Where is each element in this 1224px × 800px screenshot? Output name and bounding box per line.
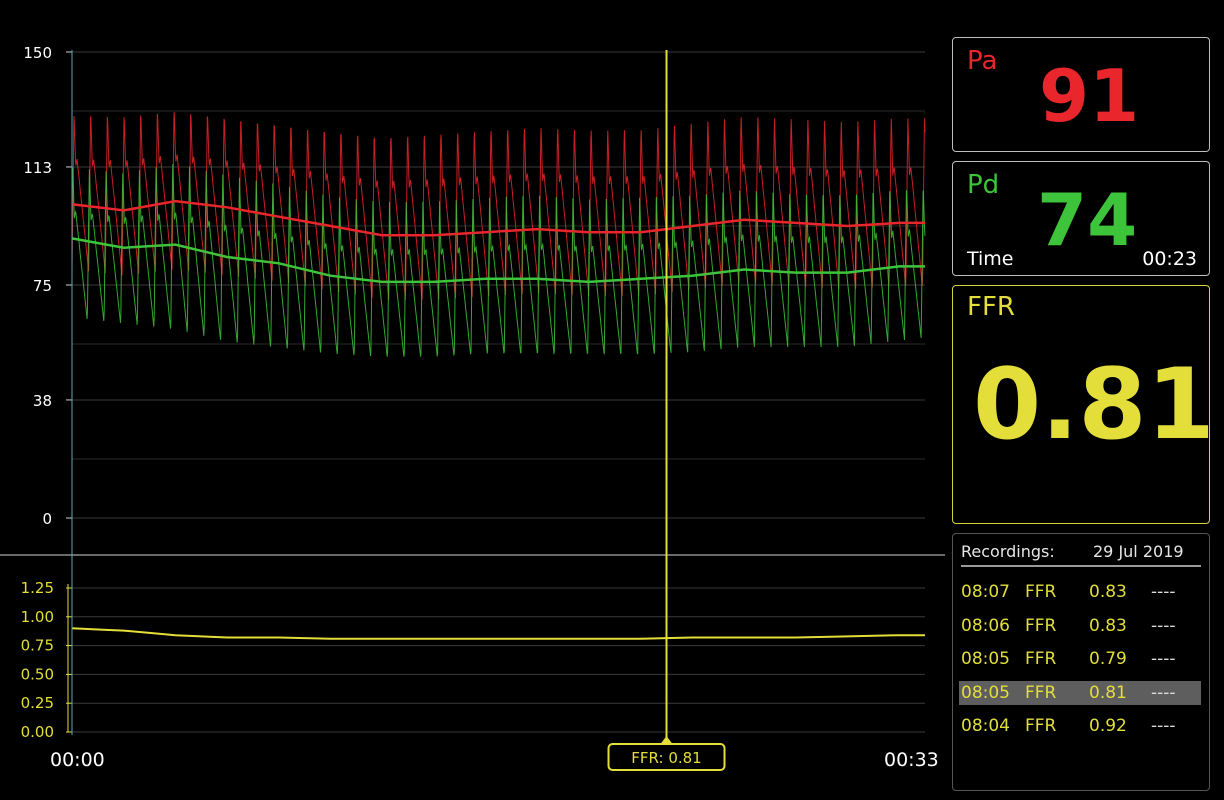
recording-row[interactable]: 08:05 FFR 0.81 ---- <box>959 680 1201 705</box>
ffr-trace <box>71 627 925 640</box>
ffr-y-tick-label: 0.00 <box>21 723 54 741</box>
recording-type: FFR <box>1025 716 1057 736</box>
recording-time: 08:05 <box>961 682 1010 703</box>
recording-type: FFR <box>1025 649 1057 669</box>
y-tick-label: 113 <box>23 159 52 177</box>
recordings-title: Recordings: <box>961 542 1055 561</box>
pa-value: 91 <box>1039 54 1140 138</box>
recording-value: 0.81 <box>1089 682 1127 703</box>
recording-value: 0.83 <box>1089 582 1127 602</box>
ffr-y-tick-label: 0.75 <box>21 637 54 655</box>
y-tick-label: 75 <box>33 277 52 295</box>
y-tick-label: 150 <box>23 44 52 62</box>
recording-row[interactable]: 08:05 FFR 0.79 ---- <box>959 647 1201 671</box>
recording-time: 08:04 <box>961 716 1010 736</box>
pd-panel: Pd 74 Time 00:23 <box>952 161 1210 276</box>
ffr-value: 0.81 <box>973 348 1215 462</box>
cursor-label-box[interactable]: FFR: 0.81 <box>607 743 726 771</box>
recording-type: FFR <box>1025 615 1057 636</box>
ffr-grid <box>72 587 925 733</box>
recording-value: 0.92 <box>1089 716 1127 736</box>
pd-value: 74 <box>1037 178 1138 262</box>
recording-time: 08:06 <box>961 615 1010 636</box>
recording-row[interactable]: 08:07 FFR 0.83 ---- <box>959 580 1201 604</box>
ffr-y-axis: 1.25 1.00 0.75 0.50 0.25 0.00 <box>21 579 72 741</box>
cursor-label: FFR: 0.81 <box>631 749 701 767</box>
cursor-marker[interactable] <box>660 736 673 744</box>
time-label: Time <box>967 248 1014 270</box>
recording-value: 0.83 <box>1089 615 1127 636</box>
recording-extra: ---- <box>1151 615 1176 636</box>
recording-time: 08:05 <box>961 649 1010 669</box>
recording-time: 08:07 <box>961 582 1010 602</box>
recording-row[interactable]: 08:06 FFR 0.83 ---- <box>959 614 1201 638</box>
recording-type: FFR <box>1025 682 1057 703</box>
ffr-y-tick-label: 1.25 <box>21 579 54 597</box>
recording-type: FFR <box>1025 582 1057 602</box>
pressure-y-axis: 150 113 75 38 0 <box>23 44 72 528</box>
pressure-grid <box>72 51 925 519</box>
pa-label: Pa <box>967 46 998 76</box>
ffr-y-tick-label: 1.00 <box>21 608 54 626</box>
recording-extra: ---- <box>1151 716 1176 736</box>
ffr-y-tick-label: 0.50 <box>21 665 54 683</box>
recordings-date: 29 Jul 2019 <box>1093 542 1184 561</box>
ffr-label: FFR <box>967 292 1015 322</box>
recording-extra: ---- <box>1151 582 1176 602</box>
pd-label: Pd <box>967 170 1000 200</box>
ffr-line <box>71 627 925 640</box>
recording-extra: ---- <box>1151 649 1176 669</box>
pa-panel: Pa 91 <box>952 37 1210 152</box>
ffr-monitor-screen: 150 113 75 38 0 1.25 1.00 0.75 0.50 0.25 0.00 FFR… <box>0 0 1224 800</box>
y-tick-label: 38 <box>33 392 52 410</box>
recording-extra: ---- <box>1151 682 1176 703</box>
ffr-panel: FFR 0.81 <box>952 285 1215 524</box>
pressure-traces <box>71 112 926 357</box>
pressure-chart-area: 150 113 75 38 0 1.25 1.00 0.75 0.50 0.25 0.00 FFR… <box>0 44 945 771</box>
recording-value: 0.79 <box>1089 649 1127 669</box>
recordings-panel: Recordings: 29 Jul 2019 08:07 FFR 0.83 ----… <box>952 533 1210 791</box>
x-axis-start-label: 00:00 <box>50 749 105 771</box>
time-value: 00:23 <box>1142 248 1197 270</box>
recording-row[interactable]: 08:04 FFR 0.92 ---- <box>959 714 1201 738</box>
recordings-header: Recordings: 29 Jul 2019 <box>961 542 1201 567</box>
x-axis-end-label: 00:33 <box>884 749 939 771</box>
y-tick-label: 0 <box>42 510 52 528</box>
ffr-y-tick-label: 0.25 <box>21 694 54 712</box>
